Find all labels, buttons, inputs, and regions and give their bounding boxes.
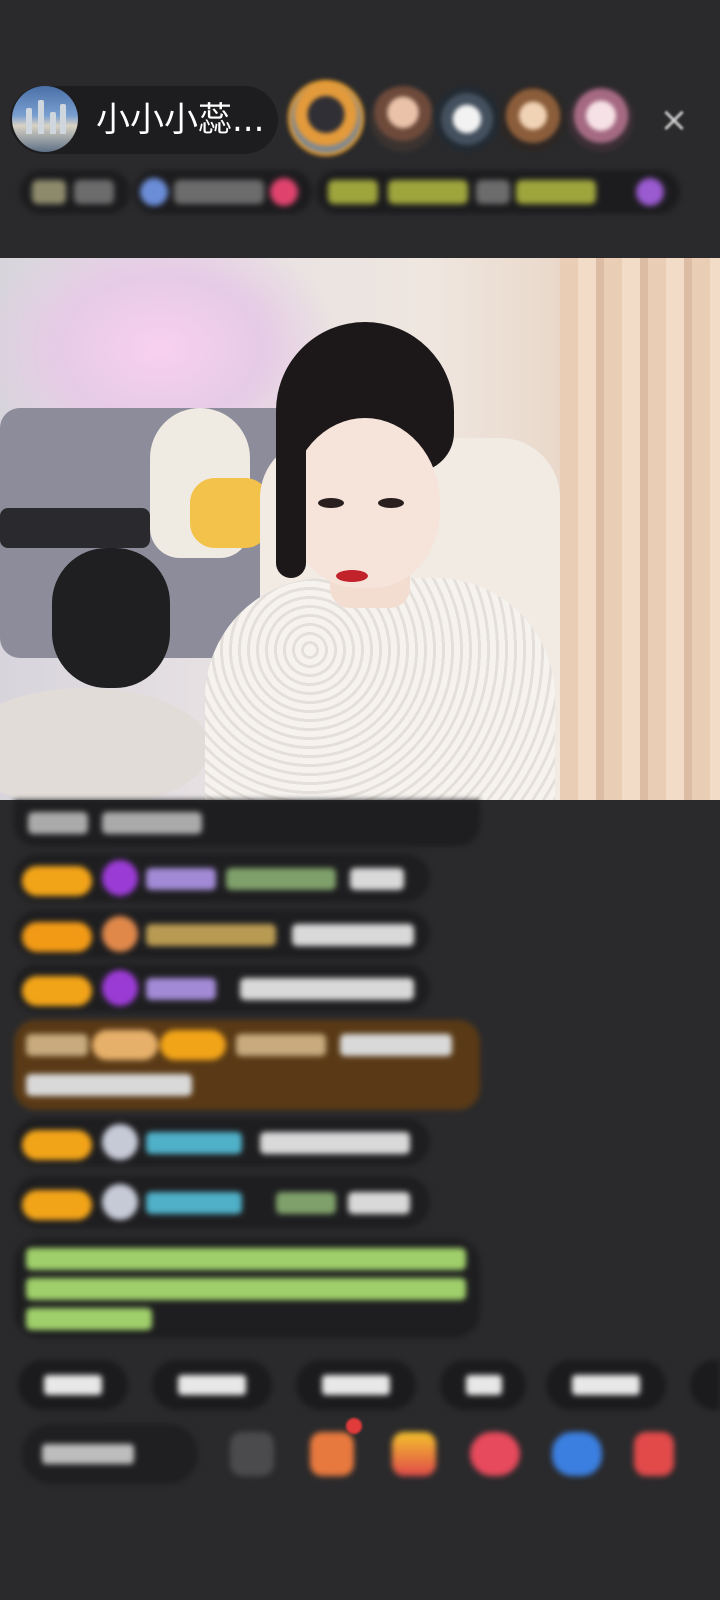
streamer-eye (318, 498, 344, 508)
info-tag-row (0, 170, 720, 218)
heart-icon[interactable] (470, 1432, 520, 1476)
chat-message[interactable] (14, 1118, 430, 1166)
chat-message[interactable] (14, 854, 430, 902)
system-notice (14, 1238, 480, 1338)
notification-dot (346, 1418, 362, 1434)
top-viewer-avatar[interactable] (434, 86, 500, 152)
chat-icon[interactable] (230, 1432, 274, 1476)
quick-reply-chip[interactable] (440, 1360, 526, 1410)
yellow-pillow (190, 478, 270, 548)
quick-reply-chip[interactable] (296, 1360, 416, 1410)
chat-input[interactable] (22, 1424, 198, 1484)
curtain (560, 258, 720, 800)
chat-message[interactable] (14, 800, 480, 846)
streamer-face (290, 418, 440, 588)
mic-mount (0, 508, 150, 548)
highlight-message[interactable] (14, 1020, 480, 1110)
rank-tag[interactable] (20, 170, 130, 214)
chat-message[interactable] (14, 964, 430, 1012)
quick-reply-chip[interactable] (152, 1360, 272, 1410)
streamer-lips (336, 570, 368, 582)
top-viewer-avatar[interactable] (370, 86, 436, 152)
quick-reply-chip[interactable] (546, 1360, 666, 1410)
streamer-hair-side (276, 398, 306, 578)
host-name[interactable]: 小小小蕊... (96, 100, 264, 140)
top-viewer-avatar[interactable] (288, 80, 364, 156)
streamer-sweater (205, 578, 555, 800)
top-viewer-avatar[interactable] (568, 86, 634, 152)
side-table (0, 688, 210, 800)
live-video-stream[interactable] (0, 258, 720, 800)
chat-message[interactable] (14, 1176, 430, 1228)
quick-reply-chip[interactable] (690, 1360, 720, 1410)
shop-icon[interactable] (392, 1432, 436, 1476)
gift-box-icon[interactable] (310, 1432, 354, 1476)
close-icon[interactable]: × (654, 100, 694, 140)
host-avatar[interactable] (12, 86, 78, 152)
streamer-eye (378, 498, 404, 508)
microphone (52, 548, 170, 688)
chat-message[interactable] (14, 910, 430, 958)
activity-tag[interactable] (316, 170, 680, 214)
top-viewer-avatar[interactable] (500, 86, 566, 152)
red-packet-icon[interactable] (634, 1432, 674, 1476)
quick-reply-chip[interactable] (18, 1360, 128, 1410)
fans-club-tag[interactable] (134, 170, 312, 214)
game-icon[interactable] (552, 1432, 602, 1476)
